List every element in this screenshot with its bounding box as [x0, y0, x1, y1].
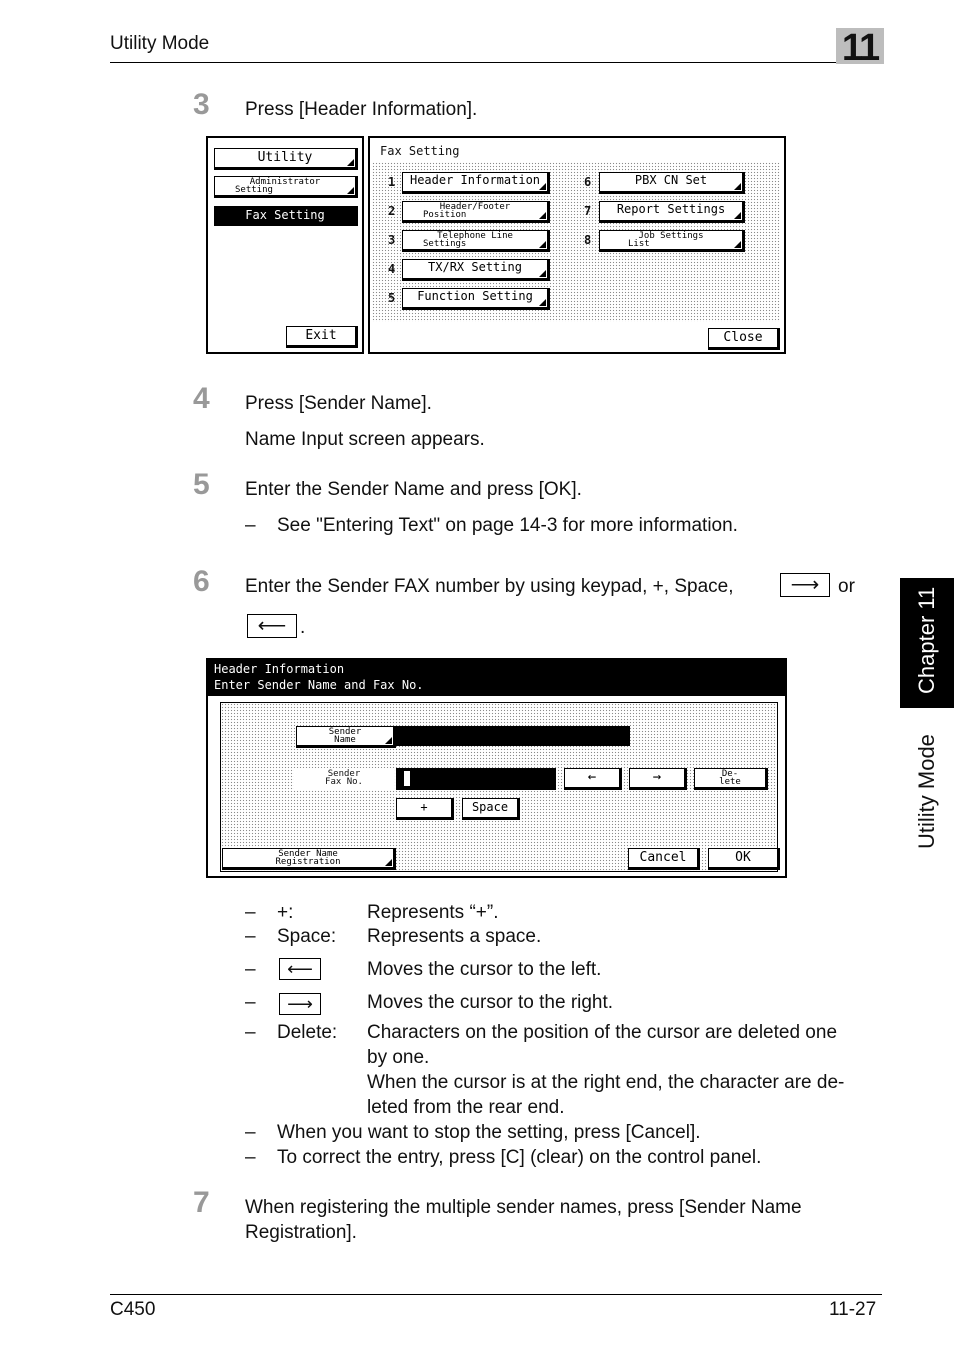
cancel-button[interactable]: Cancel	[628, 848, 700, 870]
item-number: 3	[388, 233, 396, 247]
running-header: Utility Mode	[110, 33, 210, 54]
left-arrow-key-icon: ⟵	[279, 958, 321, 980]
legend-desc: Characters on the position of the cursor…	[367, 1022, 838, 1043]
step-text-or: or	[838, 576, 855, 597]
left-arrow-key-icon: ⟵	[247, 614, 297, 638]
step-number: 6	[193, 565, 210, 598]
pbx-cn-set-button[interactable]: PBX CN Set	[599, 172, 745, 194]
plus-button[interactable]: +	[396, 798, 454, 820]
utility-button[interactable]: Utility	[214, 148, 358, 170]
note-text: To correct the entry, press [C] (clear) …	[277, 1147, 762, 1168]
step-number: 3	[193, 88, 210, 121]
cursor-right-button[interactable]: →	[629, 768, 687, 790]
ok-button[interactable]: OK	[708, 848, 780, 870]
sender-name-registration-button[interactable]: Sender Name Registration	[222, 848, 396, 870]
legend-dash: –	[245, 959, 256, 980]
legend-desc: Represents “+”.	[367, 902, 499, 923]
screen2-title-bar: Header Information Enter Sender Name and…	[208, 660, 785, 696]
section-side-label: Utility Mode	[914, 734, 939, 850]
job-settings-list-button[interactable]: Job Settings List	[599, 230, 745, 252]
item-number: 6	[584, 175, 592, 189]
sender-name-button[interactable]: Sender Name	[296, 726, 396, 748]
note-dash: –	[245, 1122, 256, 1143]
right-arrow-key-icon: ⟶	[279, 993, 321, 1015]
step-text: Registration].	[245, 1222, 357, 1243]
step-text: Enter the Sender FAX number by using key…	[245, 576, 734, 597]
header-information-button[interactable]: Header Information	[402, 172, 550, 194]
header-rule	[110, 62, 882, 63]
footer-rule	[110, 1294, 882, 1295]
item-number: 5	[388, 291, 396, 305]
step-text: Press [Sender Name].	[245, 393, 432, 414]
item-number: 2	[388, 204, 396, 218]
step-subtext: Name Input screen appears.	[245, 429, 485, 450]
legend-key: Space:	[277, 926, 337, 947]
tx-rx-setting-button[interactable]: TX/RX Setting	[402, 259, 550, 281]
legend-key: +:	[277, 902, 294, 923]
screen2-header-information: Header Information Enter Sender Name and…	[206, 658, 787, 878]
legend-desc: Represents a space.	[367, 926, 542, 947]
cursor-left-button[interactable]: ←	[564, 768, 622, 790]
header-footer-position-button[interactable]: Header/Footer Position	[402, 201, 550, 223]
legend-dash: –	[245, 1022, 256, 1043]
exit-button[interactable]: Exit	[286, 326, 358, 348]
telephone-line-settings-button[interactable]: Telephone Line Settings	[402, 230, 550, 252]
legend-dash: –	[245, 926, 256, 947]
screen2-title: Header Information	[214, 662, 345, 676]
footer-model: C450	[110, 1299, 156, 1320]
note-dash: –	[245, 1147, 256, 1168]
right-arrow-key-icon: ⟶	[780, 573, 830, 597]
sender-fax-label: Sender Fax No.	[294, 768, 394, 790]
sender-name-field[interactable]	[396, 726, 630, 746]
close-button[interactable]: Close	[708, 328, 780, 350]
administrator-setting-button[interactable]: Administrator Setting	[214, 176, 358, 198]
item-number: 8	[584, 233, 592, 247]
space-button[interactable]: Space	[462, 798, 520, 820]
legend-key: Delete:	[277, 1022, 338, 1043]
step-number: 5	[193, 468, 210, 501]
item-number: 4	[388, 262, 396, 276]
screen2-instruction: Enter Sender Name and Fax No.	[214, 678, 424, 692]
note-text: When you want to stop the setting, press…	[277, 1122, 701, 1143]
step-text-period: .	[300, 617, 306, 638]
chapter-number-badge: 11	[836, 28, 884, 68]
function-setting-button[interactable]: Function Setting	[402, 288, 550, 310]
legend-desc: When the cursor is at the right end, the…	[367, 1072, 845, 1093]
step-text: When registering the multiple sender nam…	[245, 1197, 802, 1218]
step-number: 4	[193, 382, 210, 415]
bullet-text: See "Entering Text" on page 14-3 for mor…	[277, 515, 738, 536]
sender-fax-field[interactable]	[396, 768, 556, 790]
item-number: 7	[584, 204, 592, 218]
item-number: 1	[388, 175, 396, 189]
legend-desc: by one.	[367, 1047, 430, 1068]
step-number: 7	[193, 1186, 210, 1219]
report-settings-button[interactable]: Report Settings	[599, 201, 745, 223]
screen1-left-panel: Utility Administrator Setting Fax Setting…	[206, 136, 364, 354]
legend-desc: leted from the rear end.	[367, 1097, 565, 1118]
legend-dash: –	[245, 902, 256, 923]
chapter-side-label: Chapter 11	[914, 586, 939, 694]
step-text: Press [Header Information].	[245, 99, 478, 120]
text-cursor	[404, 771, 410, 786]
legend-desc: Moves the cursor to the left.	[367, 959, 602, 980]
screen1-fax-setting-panel: Fax Setting 1 Header Information 2 Heade…	[368, 136, 786, 354]
footer-page-number: 11-27	[829, 1299, 877, 1320]
delete-button[interactable]: De-lete	[694, 768, 768, 790]
legend-desc: Moves the cursor to the right.	[367, 992, 614, 1013]
step-text: Enter the Sender Name and press [OK].	[245, 479, 582, 500]
bullet-dash: –	[245, 515, 256, 536]
legend-dash: –	[245, 992, 256, 1013]
fax-setting-nav-button[interactable]: Fax Setting	[214, 206, 358, 226]
panel-title: Fax Setting	[380, 144, 460, 158]
